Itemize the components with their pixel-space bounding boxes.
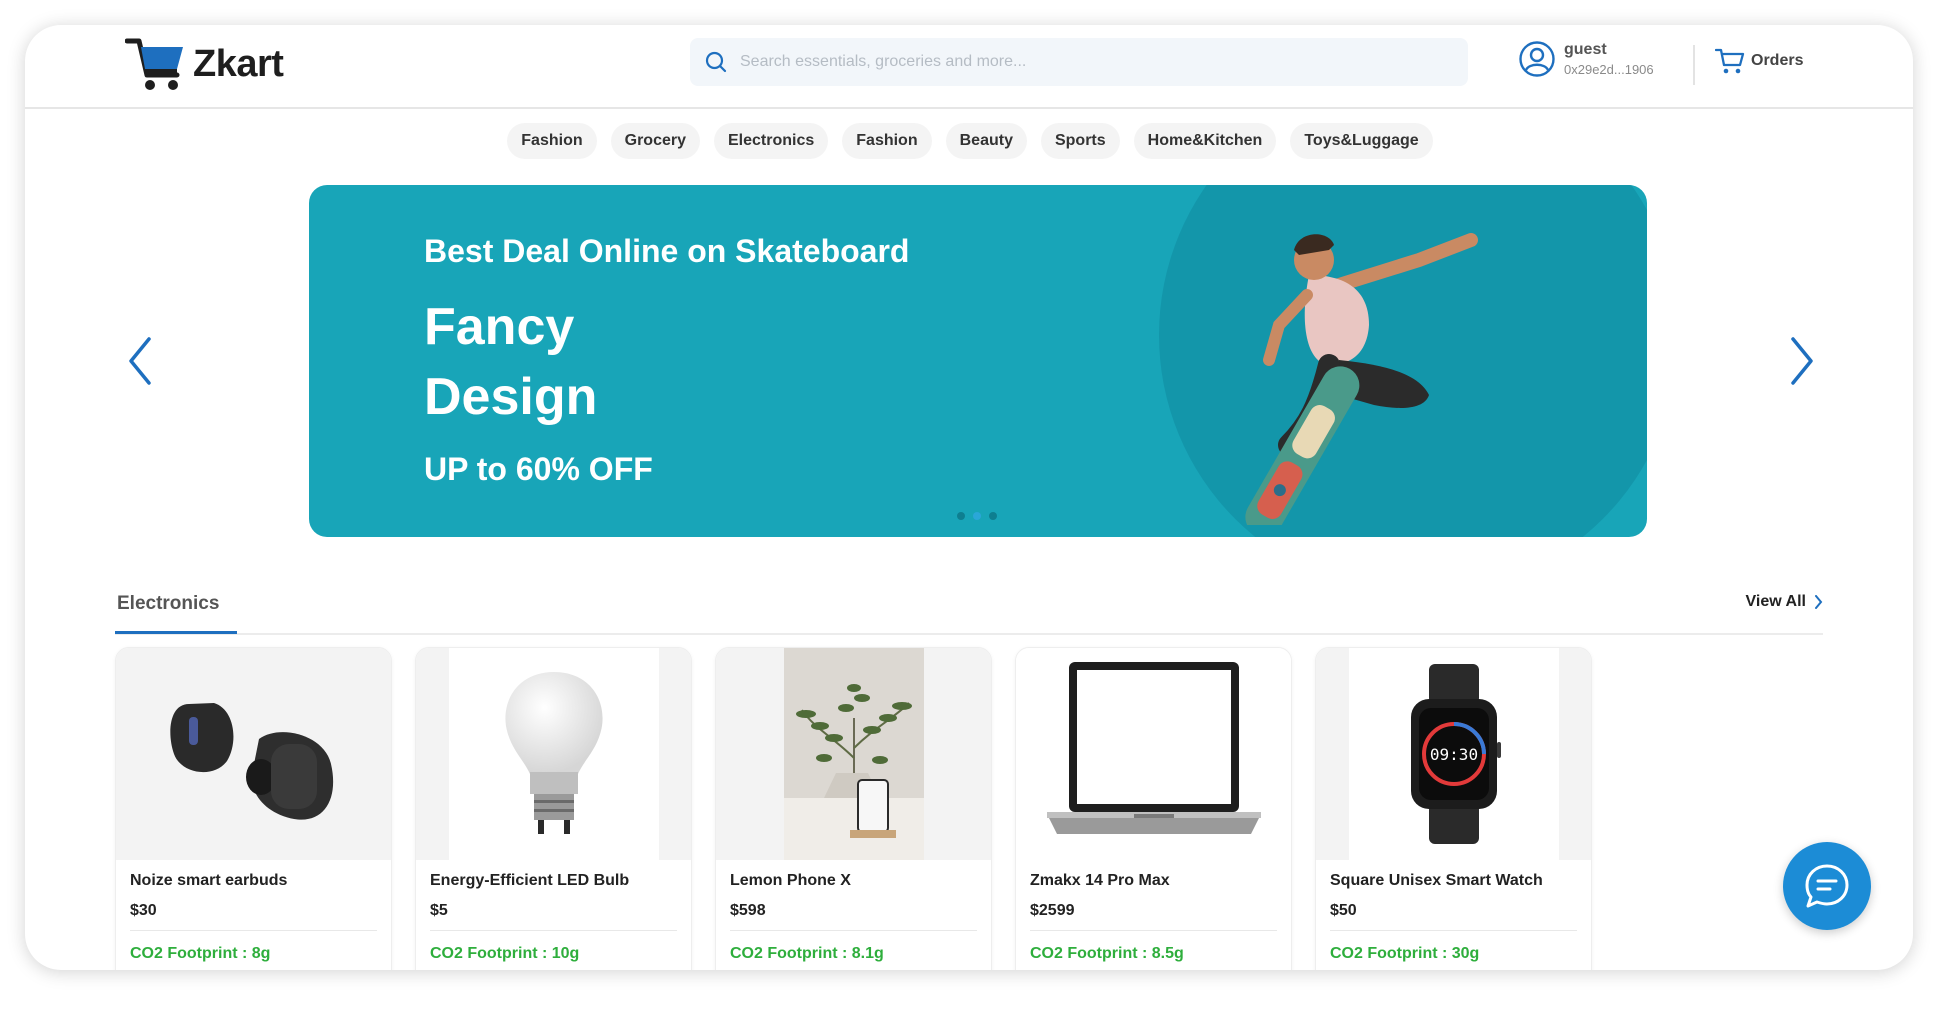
carousel-next-button[interactable] <box>1787 335 1817 392</box>
svg-text:09:30: 09:30 <box>1429 745 1477 764</box>
co2-footprint: CO2 Footprint : 30g <box>1330 945 1480 962</box>
category-electronics[interactable]: Electronics <box>714 123 829 159</box>
bulb-image <box>504 672 603 834</box>
product-price: $598 <box>730 902 977 931</box>
user-address: 0x29e2d...1906 <box>1564 61 1654 77</box>
user-account[interactable]: guest 0x29e2d...1906 <box>1518 40 1654 78</box>
chat-icon <box>1805 864 1849 908</box>
cart-icon <box>1715 48 1745 74</box>
carousel-dot-3[interactable] <box>989 512 997 520</box>
orders-button[interactable]: Orders <box>1715 47 1803 75</box>
product-image-area <box>116 648 391 860</box>
view-all-link[interactable]: View All <box>1746 593 1823 611</box>
app-window: Zkart guest 0x29e2d...1906 <box>25 25 1913 970</box>
chat-button[interactable] <box>1783 842 1871 930</box>
logo[interactable]: Zkart <box>125 33 284 95</box>
section-header: Electronics View All <box>115 585 1823 635</box>
brand-name: Zkart <box>193 42 284 85</box>
product-name[interactable]: Noize smart earbuds <box>130 872 377 894</box>
product-image-area <box>1016 648 1291 860</box>
product-price: $5 <box>430 902 677 931</box>
section-title-underline <box>115 631 237 634</box>
search-icon <box>704 50 728 74</box>
phone-image <box>783 648 924 860</box>
skateboarder-image <box>1245 233 1478 525</box>
header: Zkart guest 0x29e2d...1906 <box>25 25 1913 109</box>
view-all-label: View All <box>1745 593 1806 610</box>
product-name[interactable]: Energy-Efficient LED Bulb <box>430 872 677 894</box>
banner-title-line1: Fancy <box>424 298 575 356</box>
banner-subtitle: Best Deal Online on Skateboard <box>424 233 910 269</box>
banner-title-line2: Design <box>424 368 598 426</box>
promo-banner[interactable]: Best Deal Online on Skateboard Fancy Des… <box>309 185 1647 537</box>
co2-footprint: CO2 Footprint : 8.5g <box>1030 945 1184 962</box>
cart-logo-icon <box>125 38 183 90</box>
product-card[interactable]: Noize smart earbuds $30 CO2 Footprint : … <box>115 647 392 970</box>
banner-discount: UP to 60% OFF <box>424 451 653 487</box>
product-list: Noize smart earbuds $30 CO2 Footprint : … <box>115 647 1592 970</box>
search-input[interactable] <box>740 53 1440 71</box>
category-home-kitchen[interactable]: Home&Kitchen <box>1133 123 1277 159</box>
co2-footprint: CO2 Footprint : 8.1g <box>730 945 884 962</box>
header-divider <box>1693 45 1695 85</box>
search-bar[interactable] <box>690 38 1468 86</box>
carousel-dot-1[interactable] <box>957 512 965 520</box>
product-name[interactable]: Lemon Phone X <box>730 872 977 894</box>
product-price: $2599 <box>1030 902 1277 931</box>
category-fashion[interactable]: Fashion <box>507 123 597 159</box>
co2-footprint: CO2 Footprint : 8g <box>130 945 271 962</box>
carousel-indicators <box>957 512 997 520</box>
watch-image: 09:30 <box>1410 664 1501 844</box>
category-grocery[interactable]: Grocery <box>610 123 700 159</box>
co2-footprint: CO2 Footprint : 10g <box>430 945 580 962</box>
earbuds-image <box>169 703 333 820</box>
category-sports[interactable]: Sports <box>1040 123 1120 159</box>
category-toys-luggage[interactable]: Toys&Luggage <box>1290 123 1433 159</box>
category-nav: Fashion Grocery Electronics Fashion Beau… <box>25 123 1913 159</box>
carousel-dot-2[interactable] <box>973 512 981 520</box>
product-price: $30 <box>130 902 377 931</box>
chevron-right-icon <box>1791 337 1813 385</box>
product-image-area <box>416 648 691 860</box>
user-name: guest <box>1564 41 1607 59</box>
product-name[interactable]: Square Unisex Smart Watch <box>1330 872 1577 894</box>
product-image-area <box>716 648 991 860</box>
user-circle-icon <box>1519 41 1555 77</box>
product-card[interactable]: 09:30 Square Unisex Smart Watch $50 CO2 … <box>1315 647 1592 970</box>
product-price: $50 <box>1330 902 1577 931</box>
product-name[interactable]: Zmakx 14 Pro Max <box>1030 872 1277 894</box>
product-card[interactable]: Zmakx 14 Pro Max $2599 CO2 Footprint : 8… <box>1015 647 1292 970</box>
section-title[interactable]: Electronics <box>115 593 221 625</box>
category-beauty[interactable]: Beauty <box>945 123 1027 159</box>
product-image-area: 09:30 <box>1316 648 1591 860</box>
carousel-prev-button[interactable] <box>125 335 155 392</box>
product-card[interactable]: Energy-Efficient LED Bulb $5 CO2 Footpri… <box>415 647 692 970</box>
chevron-right-icon <box>1815 595 1823 609</box>
chevron-left-icon <box>129 337 151 385</box>
category-fashion-2[interactable]: Fashion <box>842 123 932 159</box>
product-card[interactable]: Lemon Phone X $598 CO2 Footprint : 8.1g <box>715 647 992 970</box>
laptop-image <box>1046 662 1261 834</box>
orders-label: Orders <box>1751 52 1804 69</box>
